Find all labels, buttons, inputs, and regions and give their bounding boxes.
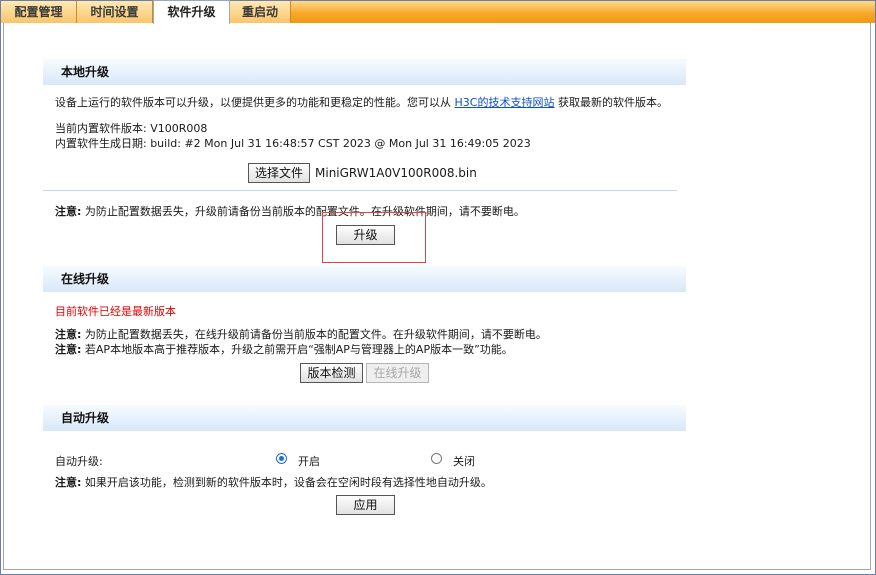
build-date: 内置软件生成日期: build: #2 Mon Jul 31 16:48:57 … <box>55 137 531 150</box>
local-note-text: 为防止配置数据丢失，升级前请备份当前版本的配置文件。在升级软件期间，请不要断电。 <box>84 205 525 218</box>
upgrade-highlight-box <box>322 212 426 263</box>
section-title-online-upgrade: 在线升级 <box>43 266 686 292</box>
apply-button[interactable]: 应用 <box>336 495 395 515</box>
auto-upgrade-off-label: 关闭 <box>453 455 475 468</box>
h3c-support-link[interactable]: H3C的技术支持网站 <box>455 96 555 109</box>
local-note-label: 注意: <box>55 205 82 218</box>
auto-upgrade-on-label: 开启 <box>298 455 320 468</box>
current-version: 当前内置软件版本: V100R008 <box>55 122 208 135</box>
online-note-2-text: 若AP本地版本高于推荐版本，升级之前需开启“强制AP与管理器上的AP版本一致”功… <box>84 343 513 356</box>
auto-note: 注意: 如果开启该功能，检测到新的软件版本时，设备会在空闲时段有选择性地自动升级… <box>55 474 492 490</box>
tab-bar: 配置管理 时间设置 软件升级 重启动 <box>1 0 875 24</box>
tab-reboot[interactable]: 重启动 <box>230 1 291 23</box>
version-check-button[interactable]: 版本检测 <box>300 363 363 383</box>
online-status: 目前软件已经是最新版本 <box>55 305 176 318</box>
auto-note-label: 注意: <box>55 476 82 489</box>
choose-file-button[interactable]: 选择文件 <box>248 163 310 183</box>
online-note-1-label: 注意: <box>55 328 82 341</box>
tab-time-settings[interactable]: 时间设置 <box>77 1 153 23</box>
online-note-1: 注意: 为防止配置数据丢失，在线升级前请备份当前版本的配置文件。在升级软件期间，… <box>55 326 547 342</box>
local-note: 注意: 为防止配置数据丢失，升级前请备份当前版本的配置文件。在升级软件期间，请不… <box>55 203 525 219</box>
local-description: 设备上运行的软件版本可以升级，以便提供更多的功能和更稳定的性能。您可以从 H3C… <box>55 94 668 110</box>
online-upgrade-button: 在线升级 <box>366 363 429 383</box>
online-note-2-label: 注意: <box>55 343 82 356</box>
tab-software-upgrade[interactable]: 软件升级 <box>153 0 230 24</box>
local-description-text: 设备上运行的软件版本可以升级，以便提供更多的功能和更稳定的性能。您可以从 <box>55 96 451 109</box>
auto-upgrade-label: 自动升级: <box>55 455 103 468</box>
auto-upgrade-off-radio[interactable] <box>431 453 442 464</box>
online-note-2: 注意: 若AP本地版本高于推荐版本，升级之前需开启“强制AP与管理器上的AP版本… <box>55 341 513 357</box>
local-description-suffix: 获取最新的软件版本。 <box>557 96 668 109</box>
auto-upgrade-on-radio[interactable] <box>276 453 287 464</box>
auto-note-text: 如果开启该功能，检测到新的软件版本时，设备会在空闲时段有选择性地自动升级。 <box>84 476 492 489</box>
section-title-auto-upgrade: 自动升级 <box>43 405 686 431</box>
selected-file-name: MiniGRW1A0V100R008.bin <box>315 166 477 180</box>
tab-config-management[interactable]: 配置管理 <box>1 1 77 23</box>
online-note-1-text: 为防止配置数据丢失，在线升级前请备份当前版本的配置文件。在升级软件期间，请不要断… <box>84 328 547 341</box>
section-title-local-upgrade: 本地升级 <box>43 59 686 85</box>
local-divider <box>43 190 677 191</box>
